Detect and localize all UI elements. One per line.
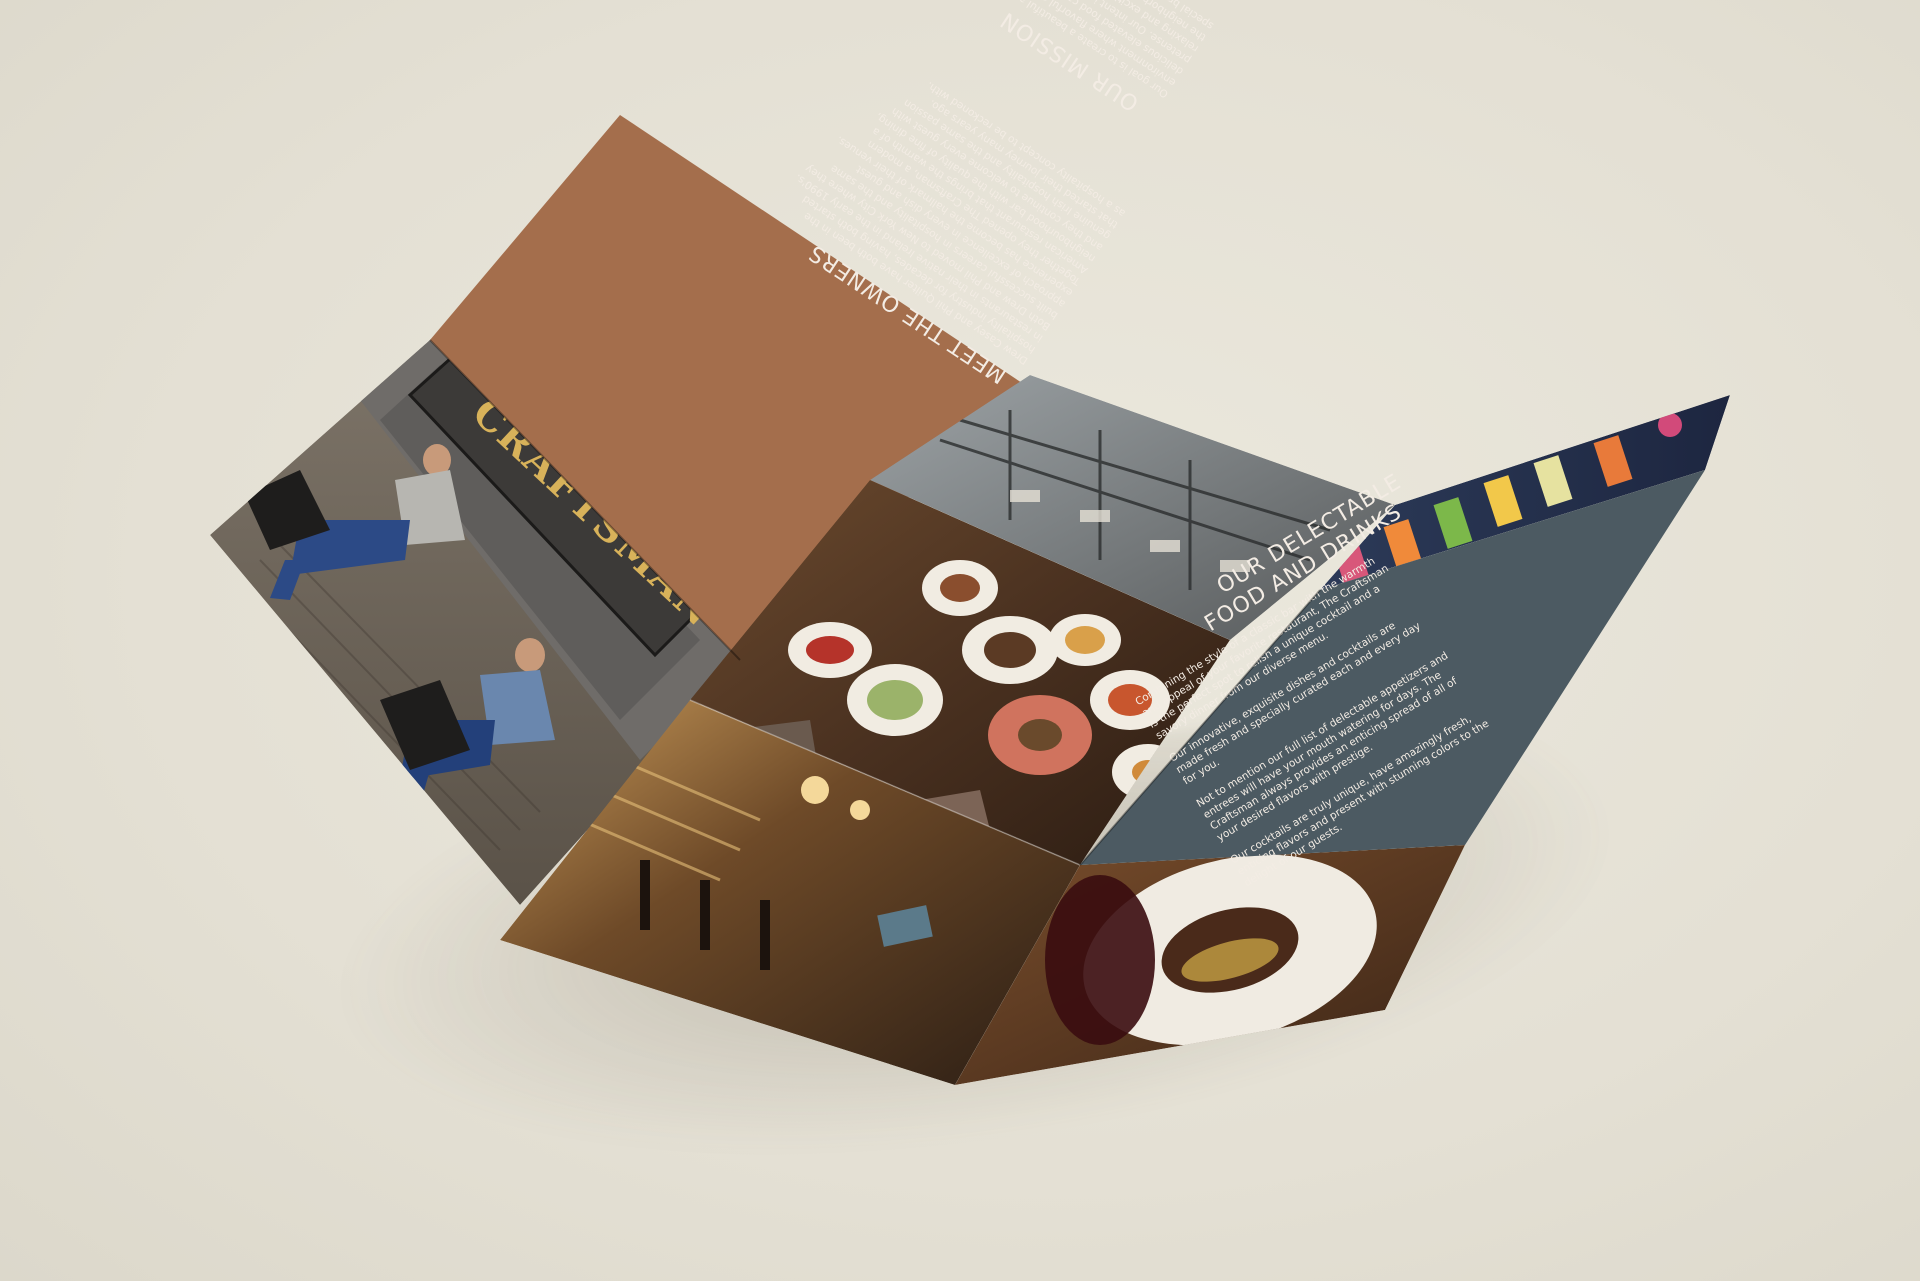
scene-background: CRAFTSMAN MEET THE OWNERS Drew Casey and… <box>0 0 1920 1281</box>
trifold-brochure: CRAFTSMAN MEET THE OWNERS Drew Casey and… <box>210 0 1730 1085</box>
